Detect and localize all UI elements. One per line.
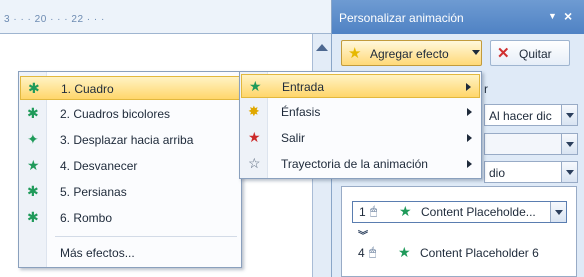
remove-button[interactable]: ✕ Quitar: [490, 40, 570, 66]
mouse-click-icon: 🖱: [369, 245, 377, 259]
submenu-arrow-icon: [467, 134, 472, 142]
speed-select[interactable]: dio: [484, 161, 578, 183]
direction-select[interactable]: [484, 133, 578, 155]
mouse-click-icon: 🖱: [370, 204, 378, 218]
add-effect-button[interactable]: ★ Agregar efecto: [341, 40, 482, 66]
entrance-star-icon: ★: [399, 203, 412, 219]
menu-item-exit[interactable]: ★ Salir: [241, 126, 480, 150]
menu-item-label: 1. Cuadro: [61, 82, 114, 96]
chevron-down-icon: [472, 50, 480, 55]
submenu-arrow-icon: [466, 83, 471, 91]
close-icon[interactable]: ×: [564, 8, 572, 24]
menu-item-emphasis[interactable]: ✸ Énfasis: [241, 100, 480, 124]
outline-star-icon: ☆: [248, 155, 261, 171]
checkerboard-effect-icon: ✱: [27, 105, 39, 121]
box-effect-icon: ✱: [28, 80, 40, 96]
remove-icon: ✕: [497, 45, 510, 62]
add-effect-star-icon: ★: [348, 45, 362, 62]
speed-dropdown-button[interactable]: [561, 162, 577, 182]
menu-item-label: 3. Desplazar hacia arriba: [60, 133, 194, 147]
menu-item-label: 6. Rombo: [60, 211, 113, 225]
pane-title: Personalizar animación: [339, 11, 464, 25]
animation-number: 4: [358, 246, 365, 260]
menu-item-label: Entrada: [282, 80, 325, 94]
start-dropdown-button[interactable]: [561, 105, 577, 125]
animation-number: 1: [359, 205, 366, 219]
menu-separator: [55, 236, 237, 237]
start-value: Al hacer dic: [489, 109, 552, 123]
fade-effect-icon: ★: [27, 157, 40, 173]
ruler-ticks: 3 · · · 20 · · · 22 · · ·: [4, 14, 105, 25]
direction-dropdown-button[interactable]: [561, 134, 577, 154]
green-star-icon: ★: [249, 78, 262, 94]
menu-item-label: Trayectoria de la animación: [281, 157, 428, 171]
pane-options-icon[interactable]: ▼: [548, 11, 557, 21]
diamond-effect-icon: ✱: [27, 209, 39, 225]
menu-item-checkerboard[interactable]: ✱ 2. Cuadros bicolores: [20, 102, 240, 126]
crawl-in-effect-icon: ✦: [27, 131, 39, 147]
animation-label: Content Placeholde...: [421, 205, 536, 219]
animation-label: Content Placeholder 6: [420, 246, 539, 260]
item-dropdown-button[interactable]: [550, 202, 566, 222]
red-star-icon: ★: [248, 129, 261, 145]
blinds-effect-icon: ✱: [27, 183, 39, 199]
remove-label: Quitar: [519, 47, 552, 61]
menu-item-label: 5. Persianas: [60, 185, 127, 199]
modify-label-fragment: r: [484, 82, 488, 96]
menu-item-crawl-in[interactable]: ✦ 3. Desplazar hacia arriba: [20, 128, 240, 152]
menu-item-box[interactable]: ✱ 1. Cuadro: [20, 76, 240, 100]
menu-item-entrance[interactable]: ★ Entrada: [241, 74, 480, 98]
menu-item-label: Énfasis: [281, 105, 321, 119]
animation-list[interactable]: 1 🖱 ★ Content Placeholde... ︾ 4 🖱 ★ Cont…: [341, 186, 577, 277]
menu-item-motion-path[interactable]: ☆ Trayectoria de la animación: [241, 152, 480, 176]
menu-item-label: 4. Desvanecer: [60, 159, 138, 173]
effect-type-menu: ★ Entrada ✸ Énfasis ★ Salir ☆ Trayectori…: [239, 71, 482, 179]
entrance-star-icon: ★: [398, 244, 411, 260]
submenu-arrow-icon: [467, 160, 472, 168]
horizontal-ruler: 3 · · · 20 · · · 22 · · ·: [0, 0, 331, 34]
menu-item-more-effects[interactable]: Más efectos...: [20, 241, 240, 265]
yellow-star-icon: ✸: [248, 103, 260, 119]
entrance-effects-menu: ✱ 1. Cuadro ✱ 2. Cuadros bicolores ✦ 3. …: [18, 71, 242, 268]
speed-value: dio: [489, 166, 506, 180]
menu-item-label: Más efectos...: [60, 246, 135, 260]
menu-item-blinds[interactable]: ✱ 5. Persianas: [20, 180, 240, 204]
add-effect-label: Agregar efecto: [370, 47, 449, 61]
expand-chevron-icon[interactable]: ︾: [358, 227, 368, 242]
menu-item-diamond[interactable]: ✱ 6. Rombo: [20, 206, 240, 230]
scroll-up-arrow-icon[interactable]: [316, 44, 328, 51]
menu-item-label: 2. Cuadros bicolores: [60, 107, 171, 121]
list-item[interactable]: 1 🖱 ★ Content Placeholde...: [352, 201, 567, 223]
menu-item-fade[interactable]: ★ 4. Desvanecer: [20, 154, 240, 178]
start-select[interactable]: Al hacer dic: [484, 104, 578, 126]
submenu-arrow-icon: [467, 108, 472, 116]
pane-header: Personalizar animación ▼ ×: [332, 0, 584, 34]
list-item[interactable]: 4 🖱 ★ Content Placeholder 6: [352, 243, 567, 265]
menu-item-label: Salir: [281, 131, 306, 145]
